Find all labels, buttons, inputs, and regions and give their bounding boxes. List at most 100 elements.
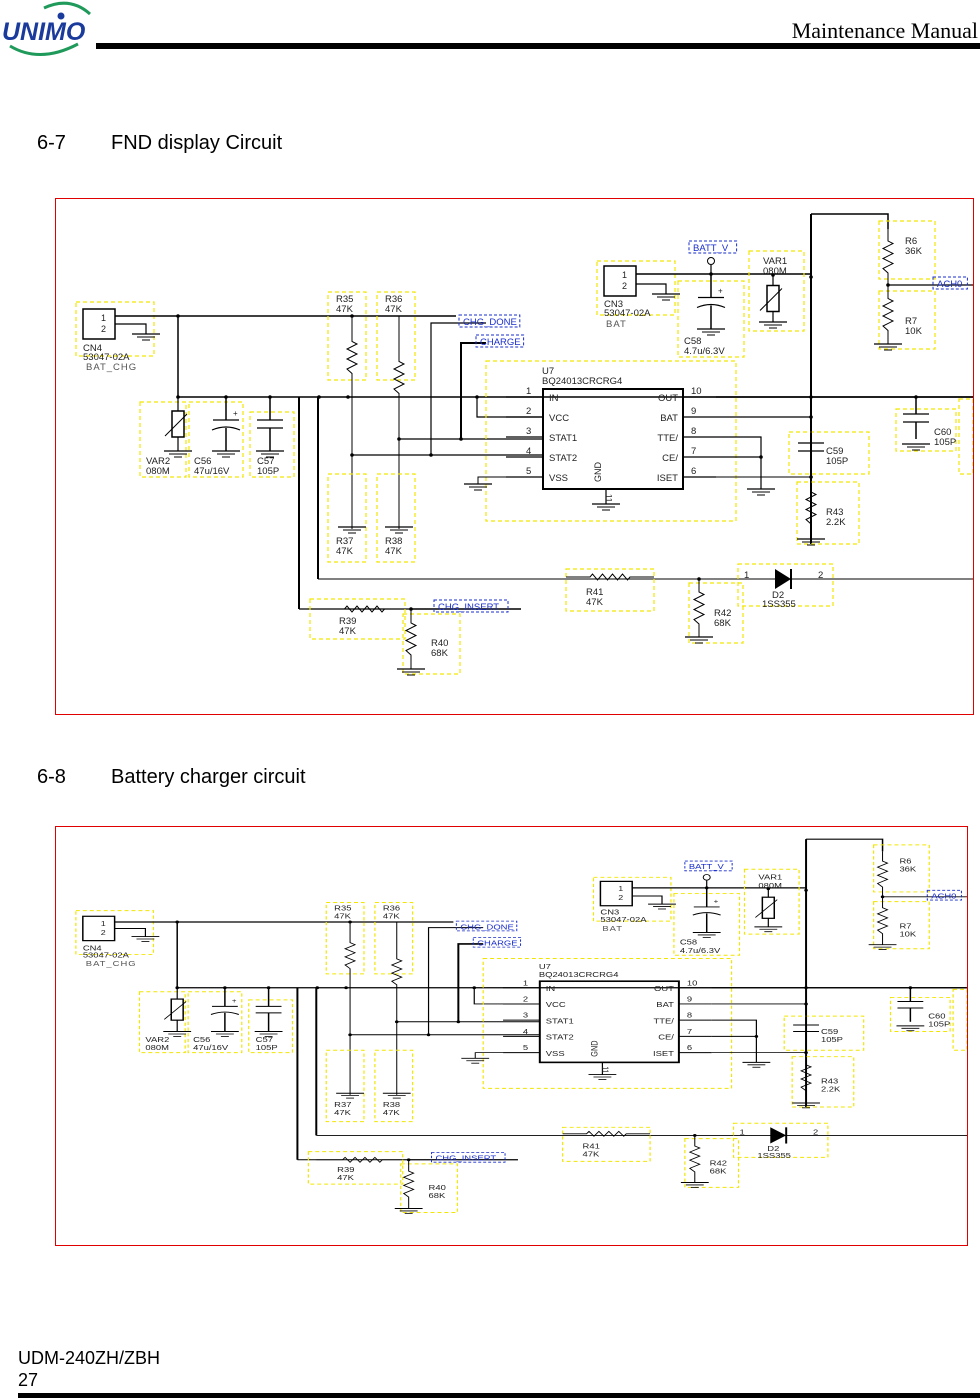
cn3-part: 53047-02A	[604, 308, 651, 319]
cn4-net: BAT_CHG	[86, 959, 137, 968]
junction-dot	[350, 314, 354, 318]
junction-dot	[394, 1020, 399, 1024]
r39-outline	[307, 1151, 404, 1185]
cn3-part: 53047-02A	[600, 915, 646, 924]
c57-value: 105P	[256, 1043, 278, 1052]
c59-value: 105P	[821, 1035, 843, 1044]
connector-pin-1: 1	[101, 313, 106, 323]
r37-value: 47K	[334, 1108, 351, 1117]
ic-pin-number: 10	[691, 386, 702, 397]
test-point-icon	[702, 874, 711, 881]
r43-value: 2.2K	[821, 1084, 841, 1093]
section-6-7-heading: 6-7 FND display Circuit	[37, 132, 282, 155]
unimo-logo: UNIMO	[2, 1, 92, 56]
section-number: 6-8	[37, 766, 66, 788]
ic-pin-name: BAT	[656, 1000, 674, 1009]
ic-gnd-pin: 11	[604, 494, 613, 503]
connector-icon	[82, 915, 116, 942]
r41-value: 47K	[586, 597, 604, 608]
connector-pin-2: 2	[101, 324, 106, 334]
resistor-icon	[318, 605, 411, 613]
connector-pin-2: 2	[101, 929, 106, 937]
connector-icon	[599, 880, 633, 907]
r42-value: 68K	[714, 618, 732, 629]
junction-dot	[472, 986, 477, 990]
c60-value: 105P	[928, 1020, 950, 1029]
ic-pin-name: VSS	[549, 473, 568, 484]
junction-dot	[429, 453, 433, 457]
var1-value: 080M	[763, 266, 787, 277]
resistor-icon	[692, 579, 706, 637]
r41-outline	[562, 1126, 651, 1162]
wire	[457, 943, 484, 1022]
net-ach0: ACH0	[931, 891, 956, 900]
connector-pin-2: 2	[622, 281, 627, 291]
page-number: 27	[18, 1370, 39, 1390]
wire	[476, 397, 543, 418]
resistor-icon	[688, 1135, 701, 1183]
logo-swoosh-top	[43, 1, 92, 16]
ic-gnd-label: GND	[590, 1040, 600, 1056]
c56-value: 47u/16V	[193, 1043, 228, 1052]
cn3-net: BAT	[606, 319, 627, 330]
resistor-icon	[392, 316, 406, 439]
cn4-net: BAT_CHG	[86, 362, 137, 373]
c59-value: 105P	[826, 456, 848, 467]
net-charge: CHARGE	[477, 938, 518, 947]
junction-dot	[754, 1034, 759, 1038]
connector-pin-2: 2	[618, 894, 623, 902]
var2-value: 080M	[145, 1043, 169, 1052]
ic-pin-number: 9	[691, 406, 696, 417]
r39-value: 47K	[339, 626, 357, 637]
logo-text: UNIMO	[2, 18, 86, 46]
varistor-icon	[766, 284, 780, 313]
resistor-icon	[404, 609, 418, 669]
r36-value: 47K	[385, 304, 403, 315]
ic-pin-name: TTE/	[653, 1016, 674, 1025]
r6-value: 36K	[905, 246, 923, 257]
wire	[716, 436, 762, 489]
r7-value: 10K	[899, 929, 916, 938]
resistor-icon	[876, 851, 889, 897]
net-chg-done: CHG_DONE	[463, 317, 517, 328]
test-point-icon	[707, 257, 715, 265]
ic-pin-number: 1	[526, 386, 531, 397]
resistor-icon	[316, 1156, 409, 1163]
net-chg-done: CHG_DONE	[460, 922, 514, 931]
u7-part: BQ24013CRCRG4	[539, 970, 619, 979]
ic-pin-name: STAT2	[546, 1032, 574, 1041]
net-batt-v: BATT_V	[693, 243, 729, 254]
junction-dot	[809, 275, 813, 279]
wire	[811, 213, 889, 229]
d2-pin-2: 2	[818, 570, 823, 581]
net-chg-insert: CHG_INSERT	[438, 602, 499, 613]
connector-icon	[82, 308, 116, 340]
ic-pin-name: CE/	[662, 453, 678, 464]
connector-pin-1: 1	[618, 885, 623, 893]
ic-pin-name: CE/	[658, 1032, 674, 1041]
resistor-icon	[881, 229, 895, 285]
part-outline	[952, 988, 967, 1051]
junction-dot	[759, 455, 763, 459]
c57-value: 105P	[257, 466, 279, 477]
net-batt-v: BATT_V	[689, 862, 724, 871]
header-rule	[96, 43, 980, 49]
ic-gnd-pin: 11	[600, 1066, 610, 1073]
diode-icon	[770, 1127, 787, 1144]
junction-dot	[475, 395, 479, 399]
net-chg-insert: CHG_INSERT	[436, 1153, 497, 1162]
wire	[474, 1052, 504, 1059]
r7-value: 10K	[905, 326, 923, 337]
section-title: Battery charger circuit	[111, 766, 306, 788]
d2-value: 1SS355	[757, 1151, 791, 1160]
section-6-8-heading: 6-8 Battery charger circuit	[37, 766, 306, 789]
resistor-icon	[881, 285, 895, 344]
c56-value: 47u/16V	[194, 466, 230, 477]
junction-dot	[344, 986, 348, 990]
r41-value: 47K	[583, 1149, 600, 1158]
ic-pin-name: STAT1	[546, 1016, 574, 1025]
battery-charger-schematic: 1 2 CN4 53047-02A BAT_CHG VAR2 080M + C56 47u/16V…	[55, 826, 968, 1246]
ic-gnd-label: GND	[593, 462, 603, 483]
ic-pin-number: 5	[526, 466, 531, 477]
ic-pin-name: IN	[546, 984, 555, 993]
